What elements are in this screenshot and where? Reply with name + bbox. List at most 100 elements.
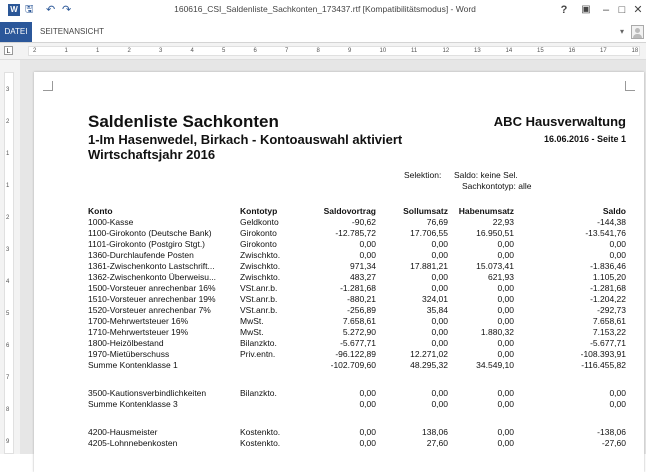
cell-saldovortrag: 0,00 bbox=[359, 427, 376, 437]
cell-habenumsatz: 0,00 bbox=[497, 349, 514, 359]
cell-konto: 1700-Mehrwertsteuer 16% bbox=[88, 316, 189, 326]
cell-sollumsatz: 138,06 bbox=[422, 427, 448, 437]
cell-saldo: -1.836,46 bbox=[590, 261, 626, 271]
cell-kontotyp: Bilanzkto. bbox=[240, 338, 277, 348]
cell-konto: 4205-Lohnnebenkosten bbox=[88, 438, 178, 448]
cell-habenumsatz: 0,00 bbox=[497, 399, 514, 409]
company-name: ABC Hausverwaltung bbox=[493, 114, 626, 129]
cell-saldo: -5.677,71 bbox=[590, 338, 626, 348]
ruler-number: 12 bbox=[442, 48, 450, 54]
cell-saldovortrag: -102.709,60 bbox=[330, 360, 376, 370]
cell-sollumsatz: 35,84 bbox=[426, 305, 448, 315]
column-header-sollumsatz: Sollumsatz bbox=[403, 206, 448, 216]
horizontal-ruler-bar: L 2 1 1 2 3 4 5 6 7 8 9 10 11 12 13 14 15 16 17 18 bbox=[0, 43, 646, 60]
table-header: Konto Kontotyp Saldovortrag Sollumsatz H… bbox=[34, 206, 644, 217]
ruler-number: 1 bbox=[96, 48, 100, 54]
document-page[interactable]: Saldenliste Sachkonten ABC Hausverwaltun… bbox=[34, 72, 644, 472]
ribbon-display-options-icon[interactable]: ▣ bbox=[578, 2, 594, 18]
cell-kontotyp: Zwischkto. bbox=[240, 261, 281, 271]
column-header-konto: Konto bbox=[88, 206, 113, 216]
ruler-number: 5 bbox=[222, 48, 226, 54]
cell-kontotyp: MwSt. bbox=[240, 316, 264, 326]
cell-sollumsatz: 0,00 bbox=[431, 316, 448, 326]
ruler-number: 1 bbox=[6, 183, 10, 189]
report-date-page: 16.06.2016 - Seite 1 bbox=[543, 134, 626, 144]
ruler-number: 11 bbox=[411, 48, 418, 54]
table-row: 1800-Heizölbestand Bilanzkto. -5.677,71 0,0… bbox=[34, 338, 644, 349]
chevron-down-icon[interactable]: ▾ bbox=[620, 27, 624, 36]
cell-konto: 1100-Girokonto (Deutsche Bank) bbox=[88, 228, 212, 238]
cell-sollumsatz: 0,00 bbox=[431, 239, 448, 249]
table-row: 1700-Mehrwertsteuer 16% MwSt. 7.658,61 0,00… bbox=[34, 316, 644, 327]
cell-konto: 1520-Vorsteuer anrechenbar 7% bbox=[88, 305, 211, 315]
column-header-kontotyp: Kontotyp bbox=[240, 206, 278, 216]
ruler-number: 2 bbox=[6, 119, 10, 125]
cell-konto: 1101-Girokonto (Postgiro Stgt.) bbox=[88, 239, 206, 249]
ruler-number: 13 bbox=[474, 48, 481, 54]
cell-sollumsatz: 0,00 bbox=[431, 272, 448, 282]
tab-selector-button[interactable]: L bbox=[4, 46, 13, 55]
cell-kontotyp: Girokonto bbox=[240, 239, 277, 249]
ruler-number: 7 bbox=[285, 48, 289, 54]
vertical-ruler[interactable]: 3 2 1 1 2 3 4 5 6 7 8 9 bbox=[4, 72, 14, 454]
cell-kontotyp: MwSt. bbox=[240, 327, 264, 337]
save-icon[interactable]: 🖫 bbox=[25, 3, 34, 17]
ruler-number: 15 bbox=[537, 48, 544, 54]
cell-konto: 1000-Kasse bbox=[88, 217, 134, 227]
report-subtitle-line2: Wirtschaftsjahr 2016 bbox=[88, 147, 216, 162]
cell-saldo: -1.281,68 bbox=[590, 283, 626, 293]
close-button[interactable]: ✕ bbox=[630, 2, 646, 18]
title-bar: W 🖫 ↶ ↷ 160616_CSI_Saldenliste_Sachkonte… bbox=[0, 0, 646, 22]
cell-saldovortrag: -256,89 bbox=[347, 305, 376, 315]
avatar[interactable] bbox=[631, 25, 644, 39]
cell-kontotyp: Girokonto bbox=[240, 228, 277, 238]
selection-label: Selektion: bbox=[404, 170, 442, 180]
cell-konto: 1710-Mehrwertsteuer 19% bbox=[88, 327, 189, 337]
cell-kontotyp: VSt.anr.b. bbox=[240, 283, 278, 293]
cell-habenumsatz: 16.950,51 bbox=[476, 228, 514, 238]
horizontal-ruler[interactable]: 2 1 1 2 3 4 5 6 7 8 9 10 11 12 13 14 15 16 17 18 bbox=[28, 46, 640, 56]
cell-konto: 1361-Zwischenkonto Lastschrift... bbox=[88, 261, 215, 271]
undo-icon[interactable]: ↶ bbox=[46, 3, 55, 17]
cell-habenumsatz: 0,00 bbox=[497, 239, 514, 249]
table-row: 1970-Mietüberschuss Priv.entn. -96.122,89 1… bbox=[34, 349, 644, 360]
cell-habenumsatz: 34.549,10 bbox=[476, 360, 514, 370]
tab-file[interactable]: DATEI bbox=[0, 22, 32, 42]
minimize-button[interactable]: – bbox=[598, 2, 614, 18]
report-title: Saldenliste Sachkonten bbox=[88, 112, 279, 131]
ruler-number: 16 bbox=[568, 48, 576, 54]
maximize-button[interactable]: □ bbox=[614, 2, 630, 18]
cell-saldo: -116.455,82 bbox=[581, 360, 626, 370]
cell-kontotyp: Zwischkto. bbox=[240, 250, 281, 260]
tab-print-layout[interactable]: SEITENANSICHT bbox=[40, 22, 104, 42]
cell-habenumsatz: 22,93 bbox=[492, 217, 514, 227]
cell-sollumsatz: 17.881,21 bbox=[410, 261, 448, 271]
cell-sollumsatz: 0,00 bbox=[431, 399, 448, 409]
cell-habenumsatz: 0,00 bbox=[497, 438, 514, 448]
ruler-number: 8 bbox=[6, 407, 10, 413]
cell-saldovortrag: 7.658,61 bbox=[342, 316, 376, 326]
cell-konto: 1800-Heizölbestand bbox=[88, 338, 164, 348]
cell-saldo: 7.153,22 bbox=[592, 327, 626, 337]
table-row: 1000-Kasse Geldkonto -90,62 76,69 22,93 -144,… bbox=[34, 217, 644, 228]
cell-saldovortrag: -880,21 bbox=[347, 294, 376, 304]
ruler-number: 1 bbox=[6, 151, 10, 157]
document-canvas[interactable]: Saldenliste Sachkonten ABC Hausverwaltun… bbox=[20, 60, 646, 472]
cell-sollumsatz: 0,00 bbox=[431, 388, 448, 398]
ruler-number: 14 bbox=[505, 48, 513, 54]
cell-kontotyp: Priv.entn. bbox=[240, 349, 276, 359]
redo-icon[interactable]: ↷ bbox=[62, 3, 71, 17]
cell-saldovortrag: -12.785,72 bbox=[335, 228, 376, 238]
table-row: 3500-Kautionsverbindlichkeiten Bilanzkto.… bbox=[34, 388, 644, 399]
help-button[interactable]: ? bbox=[556, 2, 572, 18]
cell-saldo: -108.393,91 bbox=[580, 349, 626, 359]
table-row: 1362-Zwischenkonto Überweisu... Zwischkto… bbox=[34, 272, 644, 283]
ruler-number: 18 bbox=[631, 48, 639, 54]
cell-sollumsatz: 0,00 bbox=[431, 327, 448, 337]
ruler-number: 17 bbox=[600, 48, 607, 54]
table-row: 4200-Hausmeister Kostenkto. 0,00 138,06 0,00… bbox=[34, 427, 644, 438]
word-app-icon[interactable]: W bbox=[8, 4, 20, 16]
cell-sollumsatz: 12.271,02 bbox=[410, 349, 448, 359]
cell-kontotyp: VSt.anr.b. bbox=[240, 305, 278, 315]
cell-sollumsatz: 76,69 bbox=[426, 217, 448, 227]
